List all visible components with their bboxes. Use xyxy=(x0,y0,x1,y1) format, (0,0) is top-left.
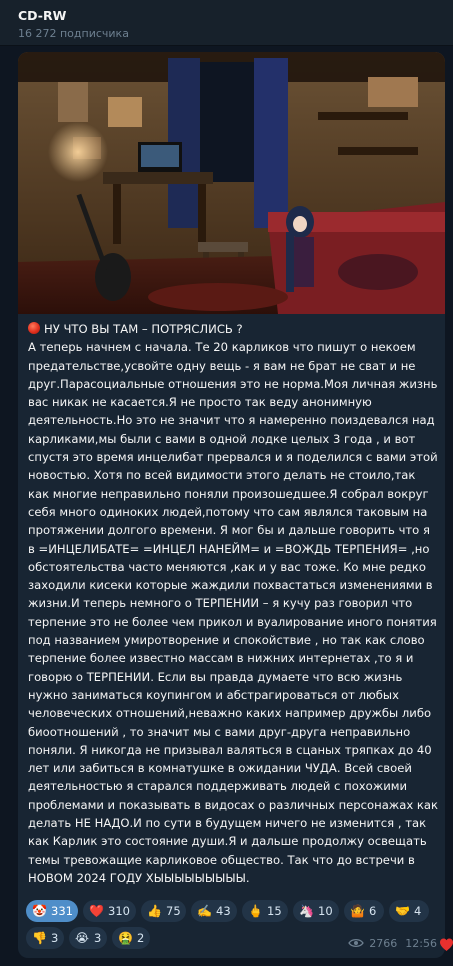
handshake-icon: 🤝 xyxy=(395,904,410,918)
red-circle-icon xyxy=(28,322,40,334)
person-shrugging-icon: 🤷 xyxy=(350,904,365,918)
reaction-count: 43 xyxy=(216,904,231,918)
reaction-thumbs-down[interactable]: 👎 3 xyxy=(26,927,64,949)
message-time: 12:56 xyxy=(405,936,437,950)
message-bubble: НУ ЧТО ВЫ ТАМ – ПОТРЯСЛИСЬ ? А теперь на… xyxy=(18,52,445,958)
unicorn-icon: 🦄 xyxy=(299,904,314,918)
reaction-count: 3 xyxy=(94,931,102,945)
reaction-unicorn[interactable]: 🦄 10 xyxy=(293,900,339,922)
reaction-count: 4 xyxy=(414,904,422,918)
reaction-count: 75 xyxy=(166,904,181,918)
reaction-count: 6 xyxy=(369,904,377,918)
post-text: НУ ЧТО ВЫ ТАМ – ПОТРЯСЛИСЬ ? А теперь на… xyxy=(28,320,438,887)
reaction-handshake[interactable]: 🤝 4 xyxy=(389,900,429,922)
eye-icon xyxy=(348,938,365,948)
post-body: А теперь начнем с начала. Те 20 карликов… xyxy=(28,340,442,885)
thumbs-down-icon: 👎 xyxy=(32,931,47,945)
reaction-heart[interactable]: ❤️ 310 xyxy=(83,900,136,922)
post-headline: НУ ЧТО ВЫ ТАМ – ПОТРЯСЛИСЬ ? xyxy=(44,322,243,336)
nauseated-face-icon: 🤮 xyxy=(118,931,133,945)
reaction-crying[interactable]: 😭 3 xyxy=(69,927,107,949)
reaction-count: 331 xyxy=(51,904,73,918)
message-meta: 2766 12:56 xyxy=(348,935,437,951)
reaction-count: 310 xyxy=(108,904,130,918)
reaction-count: 10 xyxy=(318,904,333,918)
reaction-count: 3 xyxy=(51,931,59,945)
post-photo[interactable] xyxy=(18,52,445,314)
red-heart-icon: ❤️ xyxy=(89,904,104,918)
channel-title[interactable]: CD-RW xyxy=(18,8,66,23)
clown-face-icon: 🤡 xyxy=(32,904,47,918)
heart-reaction-icon[interactable] xyxy=(440,938,453,952)
channel-header[interactable]: CD-RW 16 272 подписчика xyxy=(0,0,453,46)
view-count: 2766 xyxy=(369,936,398,950)
subscriber-count: 16 272 подписчика xyxy=(18,27,129,40)
reaction-count: 15 xyxy=(267,904,282,918)
crying-face-icon: 😭 xyxy=(75,931,90,945)
writing-hand-icon: ✍️ xyxy=(197,904,212,918)
reaction-thumbs-up[interactable]: 👍 75 xyxy=(141,900,186,922)
thumbs-up-icon: 👍 xyxy=(147,904,162,918)
reaction-writing-hand[interactable]: ✍️ 43 xyxy=(191,900,237,922)
reaction-count: 2 xyxy=(137,931,145,945)
reaction-clown[interactable]: 🤡 331 xyxy=(26,900,78,922)
reaction-nauseated[interactable]: 🤮 2 xyxy=(112,927,150,949)
reaction-middle-finger[interactable]: 🖕 15 xyxy=(242,900,288,922)
middle-finger-icon: 🖕 xyxy=(248,904,263,918)
reaction-shrug[interactable]: 🤷 6 xyxy=(344,900,384,922)
